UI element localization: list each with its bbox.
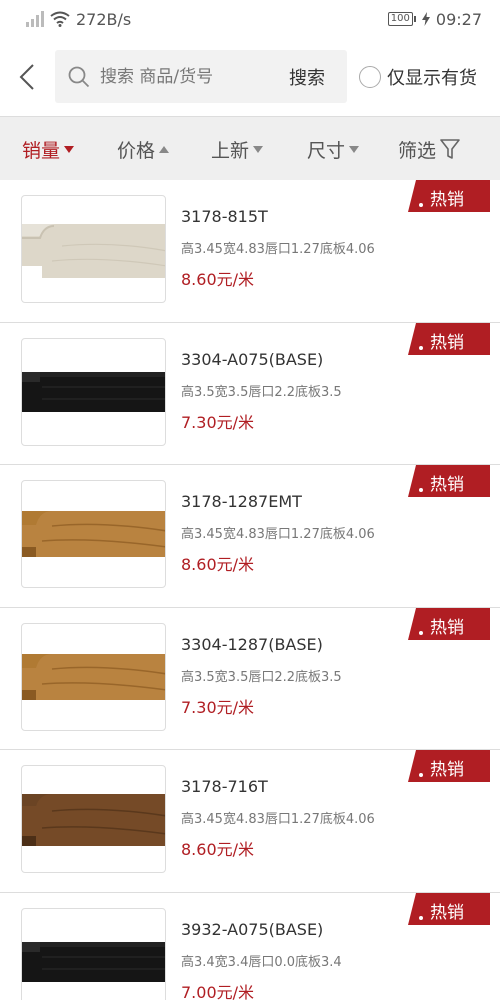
hot-sale-badge: 热销 (408, 892, 490, 925)
product-list-item[interactable]: 3178-1287EMT 高3.45宽4.83唇口1.27底板4.06 8.60… (0, 465, 500, 608)
product-thumbnail[interactable] (21, 480, 166, 588)
hot-sale-badge: 热销 (408, 322, 490, 355)
caret-up-icon (159, 145, 170, 153)
in-stock-toggle[interactable]: 仅显示有货 (359, 50, 477, 103)
product-code: 3304-A075(BASE) (181, 349, 324, 369)
wifi-icon (50, 11, 70, 27)
sort-by-newest[interactable]: 上新 (211, 117, 264, 181)
filter-icon (440, 139, 460, 159)
product-spec: 高3.45宽4.83唇口1.27底板4.06 (181, 527, 375, 542)
product-thumbnail[interactable] (21, 907, 166, 1000)
hot-sale-badge: 热销 (408, 180, 490, 212)
product-thumbnail[interactable] (21, 195, 166, 303)
product-price: 7.30元/米 (181, 697, 255, 717)
product-thumbnail[interactable] (21, 337, 166, 446)
sort-size-label: 尺寸 (307, 139, 346, 162)
filter-button[interactable]: 筛选 (398, 117, 460, 181)
caret-down-icon (349, 145, 360, 153)
battery-icon: 100 (387, 12, 416, 26)
product-spec: 高3.5宽3.5唇口2.2底板3.5 (181, 669, 342, 685)
sort-newest-label: 上新 (211, 139, 250, 162)
hot-sale-badge: 热销 (408, 465, 490, 497)
signal-icon (26, 11, 44, 27)
hot-sale-badge: 热销 (408, 607, 490, 640)
in-stock-radio[interactable] (359, 65, 381, 88)
product-code: 3304-1287(BASE) (181, 634, 323, 654)
product-thumbnail[interactable] (21, 622, 166, 731)
status-right: 100 09:27 (387, 9, 482, 29)
product-list-item[interactable]: 3178-815T 高3.45宽4.83唇口1.27底板4.06 8.60元/米… (0, 180, 500, 323)
product-list-item[interactable]: 3932-A075(BASE) 高3.4宽3.4唇口0.0底板3.4 7.00元… (0, 892, 500, 1000)
search-button[interactable]: 搜索 (289, 64, 325, 90)
hot-sale-label: 热销 (430, 190, 464, 210)
filter-label: 筛选 (398, 139, 437, 162)
product-code: 3178-716T (181, 777, 268, 796)
sort-sales-label: 销量 (22, 139, 61, 162)
hot-sale-badge: 热销 (408, 750, 490, 782)
search-box[interactable]: 搜索 (55, 50, 347, 103)
product-code: 3178-1287EMT (181, 492, 302, 511)
caret-down-icon (253, 145, 264, 153)
product-thumbnail[interactable] (21, 765, 166, 873)
product-list-item[interactable]: 3304-1287(BASE) 高3.5宽3.5唇口2.2底板3.5 7.30元… (0, 607, 500, 750)
caret-down-icon (64, 145, 75, 153)
search-icon (68, 66, 90, 87)
product-price: 7.30元/米 (181, 412, 255, 432)
charging-icon (421, 12, 430, 26)
product-price: 8.60元/米 (181, 840, 255, 859)
status-left: 272B/s (26, 10, 131, 29)
hot-sale-label: 热销 (430, 475, 464, 495)
product-spec: 高3.45宽4.83唇口1.27底板4.06 (181, 812, 375, 827)
product-list-item[interactable]: 3178-716T 高3.45宽4.83唇口1.27底板4.06 8.60元/米… (0, 750, 500, 893)
product-spec: 高3.45宽4.83唇口1.27底板4.06 (181, 242, 375, 257)
sort-by-size[interactable]: 尺寸 (307, 117, 360, 181)
product-price: 8.60元/米 (181, 555, 255, 574)
product-code: 3932-A075(BASE) (181, 919, 324, 939)
sort-bar: 销量 价格 上新 尺寸 筛选 (0, 116, 500, 182)
hot-sale-label: 热销 (430, 902, 464, 923)
status-bar: 272B/s 100 09:27 (0, 0, 500, 38)
battery-level: 100 (387, 12, 413, 26)
product-spec: 高3.4宽3.4唇口0.0底板3.4 (181, 954, 342, 970)
product-code: 3178-815T (181, 207, 268, 226)
product-price: 8.60元/米 (181, 270, 255, 289)
network-speed: 272B/s (76, 9, 132, 29)
product-spec: 高3.5宽3.5唇口2.2底板3.5 (181, 384, 342, 400)
product-list: 3178-815T 高3.45宽4.83唇口1.27底板4.06 8.60元/米… (0, 180, 500, 1000)
sort-price-label: 价格 (117, 139, 156, 162)
chevron-left-icon (19, 64, 34, 90)
hot-sale-label: 热销 (430, 760, 464, 780)
clock: 09:27 (435, 9, 482, 29)
search-input[interactable] (100, 66, 275, 87)
product-price: 7.00元/米 (181, 982, 255, 1000)
in-stock-label: 仅显示有货 (387, 67, 477, 89)
hot-sale-label: 热销 (430, 617, 464, 638)
hot-sale-label: 热销 (430, 332, 464, 353)
sort-by-price[interactable]: 价格 (117, 117, 170, 181)
back-button[interactable] (0, 38, 54, 116)
search-header: 搜索 仅显示有货 (0, 38, 500, 116)
product-list-item[interactable]: 3304-A075(BASE) 高3.5宽3.5唇口2.2底板3.5 7.30元… (0, 322, 500, 465)
sort-by-sales[interactable]: 销量 (22, 117, 75, 181)
